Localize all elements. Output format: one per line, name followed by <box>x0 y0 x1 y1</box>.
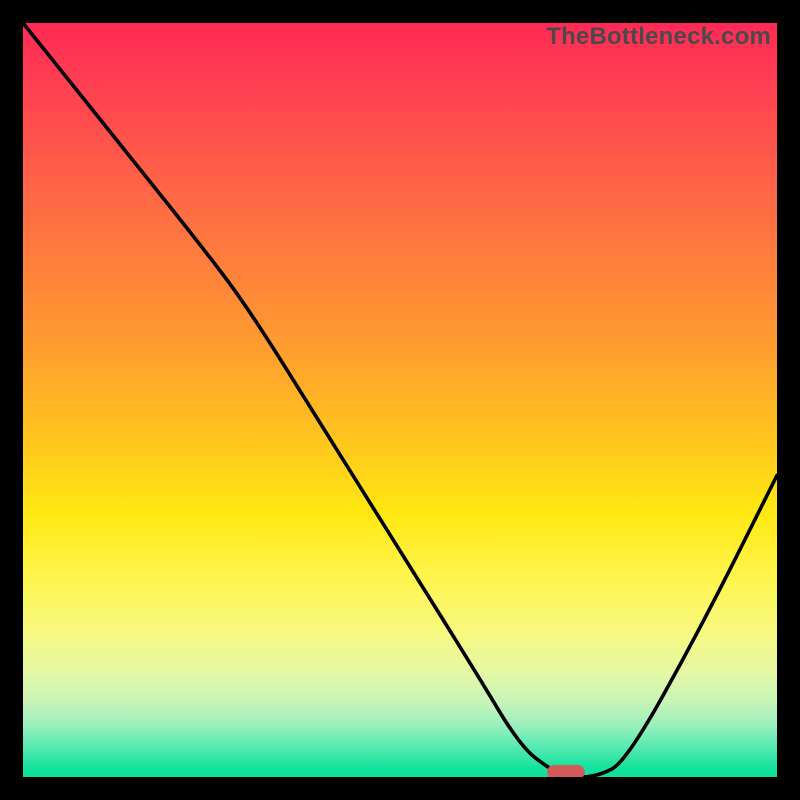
plot-area: TheBottleneck.com <box>23 23 777 777</box>
optimal-marker <box>547 765 585 777</box>
bottleneck-curve <box>23 23 777 777</box>
outer-frame: TheBottleneck.com <box>0 0 800 800</box>
